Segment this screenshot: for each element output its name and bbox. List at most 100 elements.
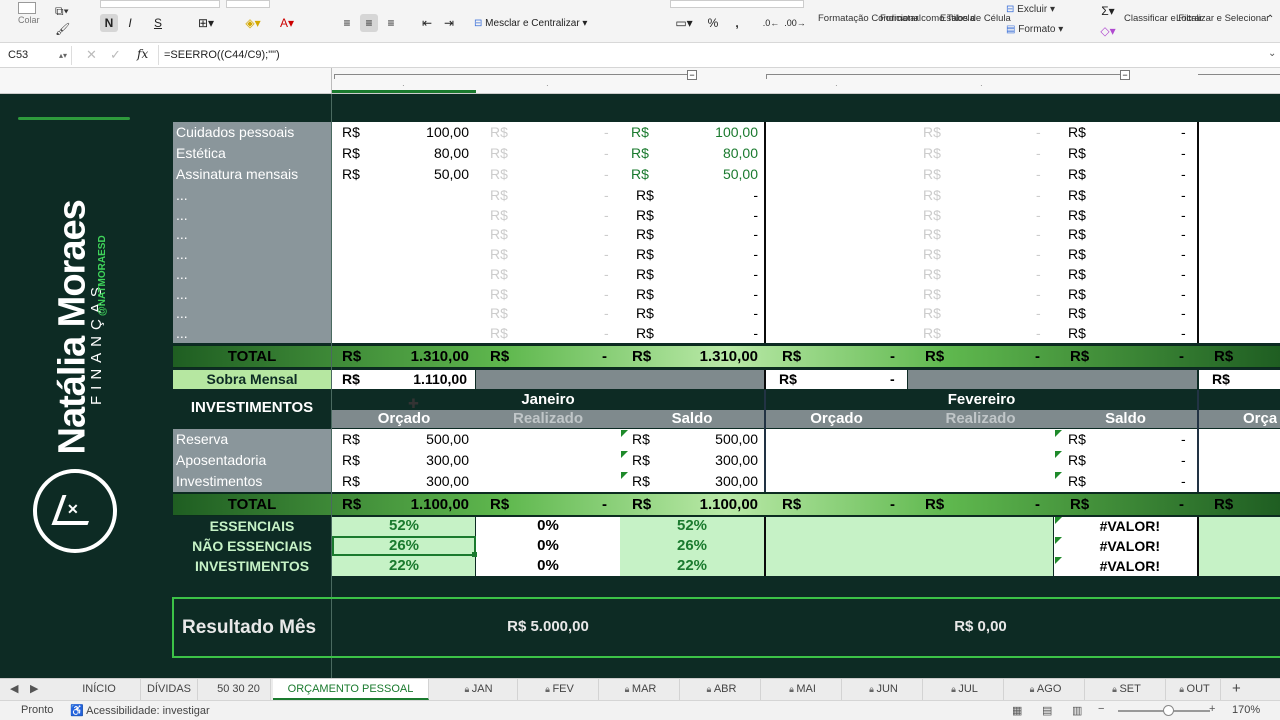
currency-label: R$	[1068, 226, 1086, 243]
currency-label: R$	[490, 145, 508, 161]
sheet-tab[interactable]: 🔒︎ AGO	[1007, 679, 1085, 700]
currency-label: R$	[490, 324, 508, 341]
zoom-level[interactable]: 170%	[1232, 704, 1260, 716]
cancel-icon[interactable]: ✕	[86, 47, 97, 63]
merge-center-button[interactable]: ⊟ Mesclar e Centralizar ▾	[474, 14, 604, 32]
page-break-icon[interactable]: ▥	[1072, 704, 1082, 717]
sheet-tab[interactable]: 🔒︎ OUT	[1169, 679, 1221, 700]
increase-decimal-icon[interactable]: .0←	[762, 14, 780, 32]
currency-format-icon[interactable]: ▭▾	[670, 14, 698, 32]
copy-icon[interactable]: ⧉▾	[55, 4, 69, 19]
next-sheet-icon[interactable]: ▶	[30, 682, 38, 695]
currency-label: R$	[1068, 166, 1086, 182]
comma-style-button[interactable]: ,	[728, 14, 746, 32]
bold-button[interactable]: N	[100, 14, 118, 32]
sheet-tab[interactable]: 🔒︎ MAR	[602, 679, 680, 700]
currency-label: R$	[782, 348, 802, 365]
confirm-icon[interactable]: ✓	[110, 47, 121, 63]
page-layout-icon[interactable]: ▤	[1042, 704, 1052, 717]
sheet-tab[interactable]: DÍVIDAS	[141, 679, 198, 700]
increase-indent-icon[interactable]: ⇥	[440, 14, 458, 32]
paste-label[interactable]: Colar	[18, 15, 40, 25]
conditional-formatting-button[interactable]: Formatação Condicional	[818, 14, 921, 24]
autosum-icon[interactable]: Σ▾	[1094, 2, 1122, 20]
currency-label: R$	[490, 206, 508, 223]
expense-saldo: -	[753, 187, 758, 203]
fev-saldo: -	[1181, 187, 1186, 203]
align-left-icon[interactable]: ≡	[338, 14, 356, 32]
fev-total2-orcado: -	[890, 496, 895, 513]
paste-icon[interactable]	[18, 2, 36, 14]
expense-realizado: -	[604, 285, 609, 302]
col-saldo: Saldo	[671, 410, 713, 427]
align-right-icon[interactable]: ≡	[382, 14, 400, 32]
delete-cells-button[interactable]: ⊟ Excluir ▾	[1006, 4, 1055, 15]
decrease-decimal-icon[interactable]: .00→	[784, 14, 806, 32]
currency-label: R$	[636, 265, 654, 282]
currency-label: R$	[490, 246, 508, 263]
total2-saldo: 1.100,00	[699, 496, 758, 513]
format-as-table-button[interactable]: Formatar como Tabela	[880, 14, 975, 24]
format-cells-button[interactable]: ▤ Formato ▾	[1006, 24, 1063, 35]
number-format-select[interactable]	[670, 0, 804, 8]
underline-button[interactable]: S	[146, 14, 170, 32]
currency-label: R$	[923, 226, 941, 243]
fill-color-icon[interactable]: ◈▾	[238, 14, 268, 32]
font-size-select[interactable]	[226, 0, 270, 8]
fev-total-realizado: -	[1035, 348, 1040, 365]
sheet-tab[interactable]: INÍCIO	[58, 679, 141, 700]
sheet-tab[interactable]: ORÇAMENTO PESSOAL	[273, 679, 429, 700]
sheet-tab[interactable]: 🔒︎ JUL	[926, 679, 1004, 700]
find-select-button[interactable]: Localizar e Selecionar	[1176, 14, 1269, 24]
fx-icon[interactable]: fx	[137, 47, 148, 61]
font-name-select[interactable]	[100, 0, 220, 8]
collapse-group-icon[interactable]: −	[1120, 70, 1130, 80]
borders-icon[interactable]: ⊞▾	[192, 14, 220, 32]
zoom-out-icon[interactable]: −	[1098, 703, 1104, 715]
fill-handle[interactable]	[472, 552, 477, 557]
currency-label: R$	[636, 324, 654, 341]
italic-button[interactable]: I	[122, 14, 138, 32]
selected-cell[interactable]	[332, 536, 476, 556]
sheet-tab[interactable]: 🔒︎ FEV	[521, 679, 599, 700]
sheet-tab[interactable]: 🔒︎ ABR	[683, 679, 761, 700]
zoom-in-icon[interactable]: +	[1209, 703, 1215, 715]
align-center-icon[interactable]: ≡	[360, 14, 378, 32]
currency-label: R$	[1068, 246, 1086, 263]
expense-realizado: -	[604, 246, 609, 263]
normal-view-icon[interactable]: ▦	[1012, 704, 1022, 717]
pct-fev-saldo: #VALOR!	[1099, 538, 1160, 554]
sheet-tab[interactable]: 50 30 20	[207, 679, 271, 700]
collapse-ribbon-icon[interactable]: ⌃	[1266, 14, 1274, 25]
sheet-tab[interactable]: 🔒︎ SET	[1088, 679, 1166, 700]
sobra-jan: 1.110,00	[413, 371, 467, 387]
format-painter-icon[interactable]: 🖌	[55, 22, 70, 36]
collapse-group-icon[interactable]: −	[687, 70, 697, 80]
currency-label: R$	[490, 226, 508, 243]
comment-indicator	[1055, 451, 1062, 458]
font-color-icon[interactable]: A▾	[272, 14, 302, 32]
name-box[interactable]: C53 ▴▾	[4, 46, 72, 65]
spreadsheet-grid[interactable]: Natália Moraes FINANÇAS @NATMORAESD ✕ Cu…	[0, 94, 1280, 678]
accessibility-status[interactable]: ♿ Acessibilidade: investigar	[70, 704, 210, 717]
sheet-tab[interactable]: 🔒︎ MAI	[764, 679, 842, 700]
col-orcado-next: Orça	[1243, 410, 1278, 427]
cell-styles-button[interactable]: Estilos de Célula	[940, 14, 1011, 24]
sheet-tab[interactable]: 🔒︎ JUN	[845, 679, 923, 700]
investment-orcado: 500,00	[426, 431, 469, 447]
prev-sheet-icon[interactable]: ◀	[10, 682, 18, 695]
expense-saldo: 100,00	[715, 124, 758, 140]
result-box	[172, 597, 1280, 658]
expand-formula-icon[interactable]: ⌄	[1268, 48, 1276, 59]
sort-filter-button[interactable]: Classificar e Filtrar	[1124, 14, 1203, 24]
lock-icon: 🔒︎	[464, 684, 472, 694]
fev-realizado: -	[1036, 124, 1041, 140]
add-sheet-button[interactable]: +	[1232, 680, 1241, 697]
clear-icon[interactable]: ◇▾	[1094, 22, 1122, 40]
percent-button[interactable]: %	[704, 14, 722, 32]
currency-label: R$	[490, 285, 508, 302]
decrease-indent-icon[interactable]: ⇤	[418, 14, 436, 32]
formula-input[interactable]: =SEERRO((C44/C9);"")	[164, 49, 280, 61]
sheet-tab[interactable]: 🔒︎ JAN	[440, 679, 518, 700]
zoom-slider-thumb[interactable]	[1163, 705, 1174, 716]
